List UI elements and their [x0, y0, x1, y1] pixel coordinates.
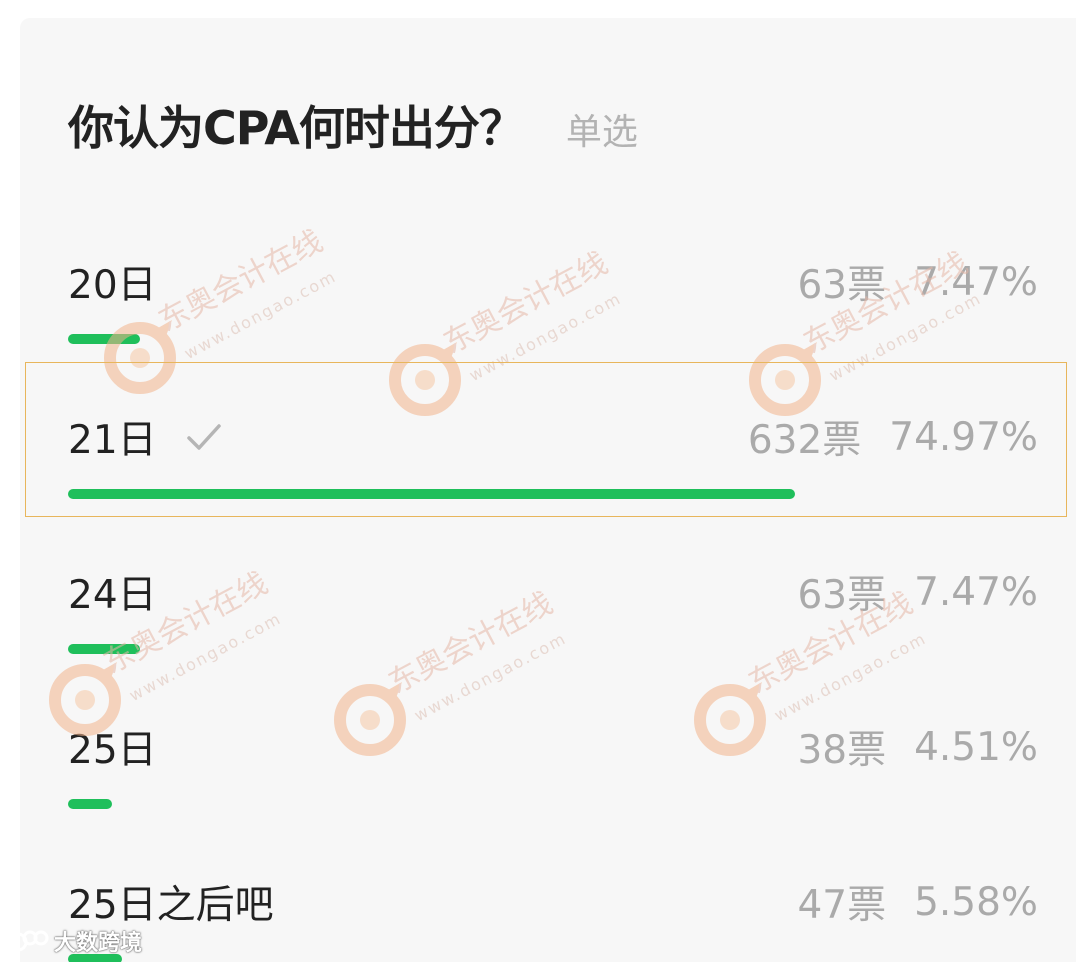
option-votes: 63票: [797, 263, 887, 308]
option-bar: [68, 489, 1038, 499]
option-votes: 63票: [797, 573, 887, 618]
option-percent: 7.47%: [914, 259, 1038, 305]
poll-type-label: 单选: [565, 112, 638, 153]
poll-header: 你认为CPA何时出分？ 单选: [68, 92, 638, 162]
option-bar-fill: [68, 644, 141, 654]
option-votes: 47票: [797, 883, 887, 928]
poll-option-25[interactable]: 25日 38票 4.51%: [20, 695, 1076, 850]
option-label: 25日之后吧: [68, 883, 274, 928]
option-bar-fill: [68, 489, 796, 499]
poll-option-after-25[interactable]: 25日之后吧 47票 5.58%: [20, 850, 1076, 962]
dashu-logo-icon: [8, 930, 49, 952]
poll-question: 你认为CPA何时出分？: [68, 101, 525, 155]
poll-card: 你认为CPA何时出分？ 单选 20日 63票 7.47% 21日 632票 74…: [20, 18, 1076, 962]
footer-watermark: 大数跨境: [8, 926, 142, 956]
poll-option-20[interactable]: 20日 63票 7.47%: [20, 230, 1076, 385]
option-label: 25日: [68, 728, 157, 773]
option-label: 21日: [68, 418, 157, 463]
option-bar: [68, 334, 1038, 344]
option-bar-fill: [68, 799, 112, 809]
option-percent: 74.97%: [889, 414, 1038, 460]
option-votes: 632票: [747, 418, 862, 463]
option-label: 24日: [68, 573, 157, 618]
footer-mark-text: 大数跨境: [54, 931, 143, 956]
poll-option-21[interactable]: 21日 632票 74.97%: [20, 385, 1076, 540]
option-bar: [68, 799, 1038, 809]
option-votes: 38票: [797, 728, 887, 773]
check-icon: [186, 424, 221, 450]
poll-option-24[interactable]: 24日 63票 7.47%: [20, 540, 1076, 695]
option-label: 20日: [68, 263, 157, 308]
option-percent: 7.47%: [914, 569, 1038, 615]
option-bar: [68, 954, 1038, 962]
option-bar-fill: [68, 334, 141, 344]
option-bar: [68, 644, 1038, 654]
option-percent: 4.51%: [914, 724, 1038, 770]
option-percent: 5.58%: [914, 879, 1038, 925]
